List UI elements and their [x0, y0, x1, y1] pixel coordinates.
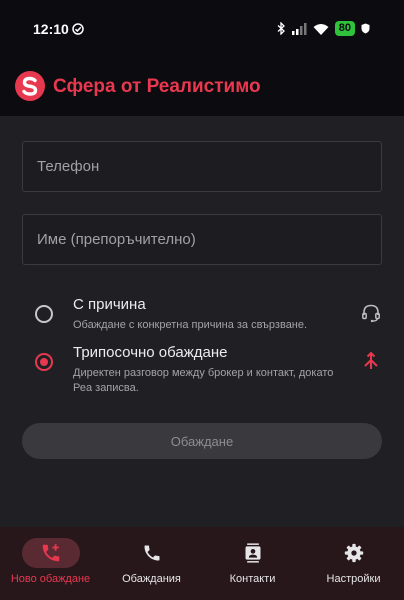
nav-active-indicator [21, 538, 80, 568]
bluetooth-icon [277, 22, 285, 35]
nav-label: Контакти [229, 573, 276, 585]
merge-icon [364, 351, 378, 369]
phone-field[interactable] [22, 141, 382, 192]
nav-item-calls[interactable]: Обаждания [101, 527, 202, 600]
shield-icon [361, 23, 370, 34]
gear-icon [344, 543, 363, 563]
radio-with-reason[interactable] [35, 305, 53, 323]
name-field[interactable] [22, 214, 382, 265]
option-title: С причина [73, 296, 146, 313]
option-description: Обаждане с конкретна причина за свързван… [73, 319, 308, 331]
phone-input[interactable] [23, 142, 381, 191]
option-description: Директен разговор между брокер и контакт… [73, 367, 334, 394]
nav-label: Обаждания [122, 573, 181, 585]
app-title: Сфера от Реалистимо [53, 76, 261, 97]
cell-signal-icon [291, 22, 307, 35]
nav-label: Ново обаждане [10, 573, 91, 585]
name-input[interactable] [23, 215, 381, 264]
call-button[interactable]: Обаждане [22, 423, 382, 459]
headset-icon [362, 304, 380, 323]
nav-item-settings[interactable]: Настройки [303, 527, 404, 600]
call-option-with-reason[interactable]: С причина Обаждане с конкретна причина з… [22, 296, 382, 336]
status-bar: 12:10 80 [0, 0, 404, 58]
check-circle-icon [72, 23, 84, 35]
phone-icon [144, 545, 159, 561]
status-time: 12:10 [33, 21, 69, 37]
call-option-three-way[interactable]: Трипосочно обаждане Директен разговор ме… [22, 344, 382, 400]
wifi-icon [313, 23, 329, 35]
option-title: Трипосочно обаждане [73, 344, 228, 361]
sfera-logo-icon [15, 71, 45, 101]
add-call-icon [42, 544, 59, 562]
nav-item-new-call[interactable]: Ново обаждане [0, 527, 101, 600]
nav-item-contacts[interactable]: Контакти [202, 527, 303, 600]
radio-three-way[interactable] [35, 353, 53, 371]
app-header: Сфера от Реалистимо [0, 58, 404, 116]
contacts-icon [245, 543, 260, 563]
status-indicators: 80 [277, 21, 370, 36]
new-call-form: С причина Обаждане с конкретна причина з… [0, 116, 404, 527]
battery-indicator: 80 [334, 21, 355, 36]
nav-label: Настройки [326, 573, 381, 585]
bottom-navigation: Ново обаждане Обаждания Контакти Настрой… [0, 527, 404, 600]
